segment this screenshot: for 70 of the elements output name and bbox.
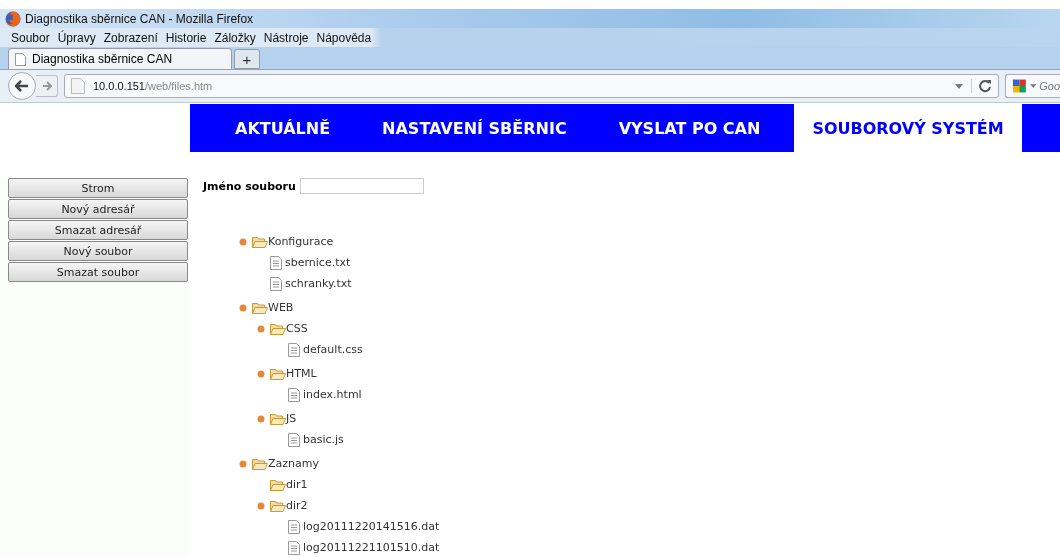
file-name[interactable]: sbernice.txt	[285, 256, 351, 269]
bullet-icon	[239, 459, 247, 468]
folder-icon	[270, 499, 286, 512]
menu-item[interactable]: Soubor	[11, 30, 50, 45]
file-name[interactable]: schranky.txt	[285, 277, 352, 290]
page-icon	[71, 78, 85, 94]
folder-name[interactable]: dir1	[286, 478, 308, 491]
folder-name[interactable]: CSS	[286, 322, 308, 335]
folder-icon	[252, 235, 268, 248]
dropdown-icon[interactable]	[955, 83, 963, 89]
file-icon	[288, 432, 300, 447]
sidebar-button[interactable]: Smazat soubor	[8, 262, 188, 282]
bullet-icon	[239, 237, 247, 246]
back-button[interactable]	[8, 72, 36, 100]
search-engine-icon	[1012, 78, 1027, 94]
nav-link[interactable]: SOUBOROVÝ SYSTÉM	[794, 104, 1022, 152]
page-icon	[15, 52, 26, 66]
nav-link[interactable]: AKTUÁLNĚ	[217, 104, 349, 152]
search-field[interactable]: Goo	[1005, 74, 1060, 98]
input-field[interactable]	[299, 178, 424, 194]
address-bar[interactable]: 10.0.0.151/web/files.htm	[64, 74, 999, 98]
folder-icon	[270, 478, 286, 491]
menu-item[interactable]: Historie	[165, 30, 207, 45]
new-tab-button[interactable]: +	[234, 49, 260, 69]
bullet-icon	[257, 501, 265, 510]
sidebar-button[interactable]: Strom	[8, 178, 188, 198]
file-name[interactable]: index.html	[303, 388, 362, 401]
file-icon	[288, 342, 300, 357]
file-name[interactable]: basic.js	[303, 433, 344, 446]
forward-arrow-icon	[41, 81, 52, 91]
file-icon	[288, 387, 300, 402]
folder-icon	[270, 412, 286, 425]
url-text: 10.0.0.151/web/files.htm	[93, 80, 213, 92]
file-name[interactable]: log20111221101510.dat	[303, 541, 440, 554]
menu-item[interactable]: Záložky	[214, 30, 256, 45]
sidebar-button[interactable]: Smazat adresář	[8, 220, 188, 240]
menu-item[interactable]: Nástroje	[263, 30, 309, 45]
file-icon	[270, 276, 282, 291]
folder-name[interactable]: JS	[286, 412, 297, 425]
sidebar-button[interactable]: Nový soubor	[8, 241, 188, 261]
menu-item[interactable]: Zobrazení	[103, 30, 158, 45]
folder-icon	[252, 457, 268, 470]
folder-name[interactable]: HTML	[286, 367, 317, 380]
sidebar-button[interactable]: Nový adresář	[8, 199, 188, 219]
folder-icon	[252, 301, 268, 314]
nav-link[interactable]: VYSLAT PO CAN	[600, 104, 779, 152]
menu-item[interactable]: Nápověda	[316, 30, 372, 45]
field-label: Jméno souboru	[203, 179, 296, 193]
nav-link[interactable]: NASTAVENÍ SBĚRNIC	[364, 104, 585, 152]
bullet-icon	[257, 324, 265, 333]
window-title: Diagnostika sběrnice CAN - Mozilla Firefox	[25, 11, 254, 26]
firefox-icon	[5, 10, 21, 27]
file-icon	[288, 519, 300, 534]
bullet-icon	[239, 303, 247, 312]
folder-name[interactable]: Konfigurace	[268, 235, 334, 248]
back-arrow-icon	[15, 80, 29, 92]
file-name[interactable]: log20111220141516.dat	[303, 520, 440, 533]
reload-icon[interactable]	[971, 79, 992, 93]
folder-name[interactable]: WEB	[268, 301, 294, 314]
folder-icon	[270, 322, 286, 335]
browser-tab[interactable]: Diagnostika sběrnice CAN	[8, 48, 232, 69]
folder-name[interactable]: dir2	[286, 499, 308, 512]
file-name[interactable]: default.css	[303, 343, 363, 356]
dropdown-icon[interactable]	[1029, 84, 1037, 88]
file-icon	[270, 255, 282, 270]
bullet-icon	[257, 369, 265, 378]
menu-item[interactable]: Úpravy	[57, 30, 96, 45]
bullet-icon	[257, 414, 265, 423]
folder-name[interactable]: Zaznamy	[268, 457, 319, 470]
folder-icon	[270, 367, 286, 380]
